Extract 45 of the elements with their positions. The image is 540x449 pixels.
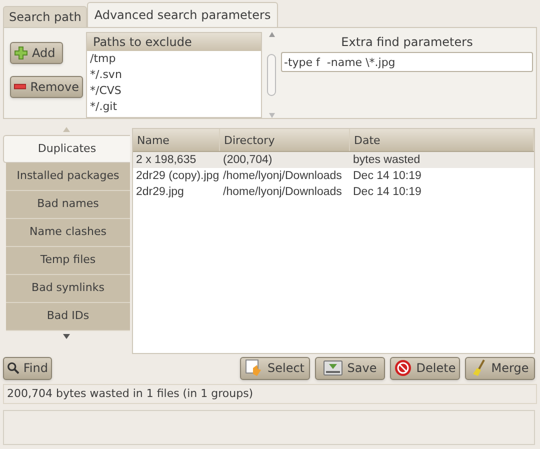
column-header: Paths to exclude [87,33,261,51]
sidebar-item[interactable]: Duplicates [3,135,130,163]
sidebar-item[interactable]: Bad names [6,191,130,219]
sidebar-item[interactable]: Bad symlinks [6,275,130,303]
sidebar-item[interactable]: Bad IDs [6,303,130,331]
drive-icon [323,359,344,377]
table-cell-text: /home/lyonj/Downloads [222,185,343,200]
sidebar-item[interactable]: Temp files [6,247,130,275]
search-icon [7,361,20,375]
minus-icon [14,83,26,91]
table-row[interactable]: 2 x 198,635 (200,704) bytes wasted [133,152,534,168]
field-label: Extra find parameters [340,34,474,51]
merge-button[interactable]: Merge [465,356,535,380]
table-cell-text: 2 x 198,635 [135,153,198,168]
list-item[interactable]: /tmp [87,51,261,67]
input-field[interactable]: -type f -name \*.jpg [281,52,533,72]
table-cell-text: bytes wasted [352,153,422,168]
table-cell-text: 2dr29 (copy).jpg [135,169,220,184]
list-item[interactable]: */CVS [87,83,261,99]
table-cell-text: Dec 14 10:19 [352,185,422,200]
table-cell-text: /home/lyonj/Downloads [222,169,343,184]
no-entry-icon [394,359,412,377]
save-button[interactable]: Save [315,356,385,380]
list-item[interactable]: */.git [87,99,261,115]
list-item[interactable]: */.svn [87,67,261,83]
table-cell-text: 2dr29.jpg [135,185,185,200]
sidebar-item[interactable]: Installed packages [6,163,130,191]
broom-icon [471,359,488,377]
remove-button[interactable]: Remove [10,76,83,98]
select-button[interactable]: Select [240,356,310,380]
tab[interactable]: Advanced search parameters [87,2,278,27]
column-header[interactable]: Date [350,129,534,151]
plus-icon [14,46,28,60]
table-cell-text: (200,704) [222,153,274,168]
find-button[interactable]: Find [3,356,52,380]
up-arrow-icon [63,126,70,132]
column-header[interactable]: Name [133,129,220,151]
tab[interactable]: Search path [3,6,88,27]
sidebar-item[interactable]: Name clashes [6,219,130,247]
column-header[interactable]: Directory [220,129,350,151]
down-arrow-icon [63,334,70,339]
table-cell-text: Dec 14 10:19 [352,169,422,184]
add-button[interactable]: Add [10,42,63,64]
delete-button[interactable]: Delete [390,356,460,380]
status-bar: 200,704 bytes wasted in 1 files (in 1 groups) [3,384,537,404]
